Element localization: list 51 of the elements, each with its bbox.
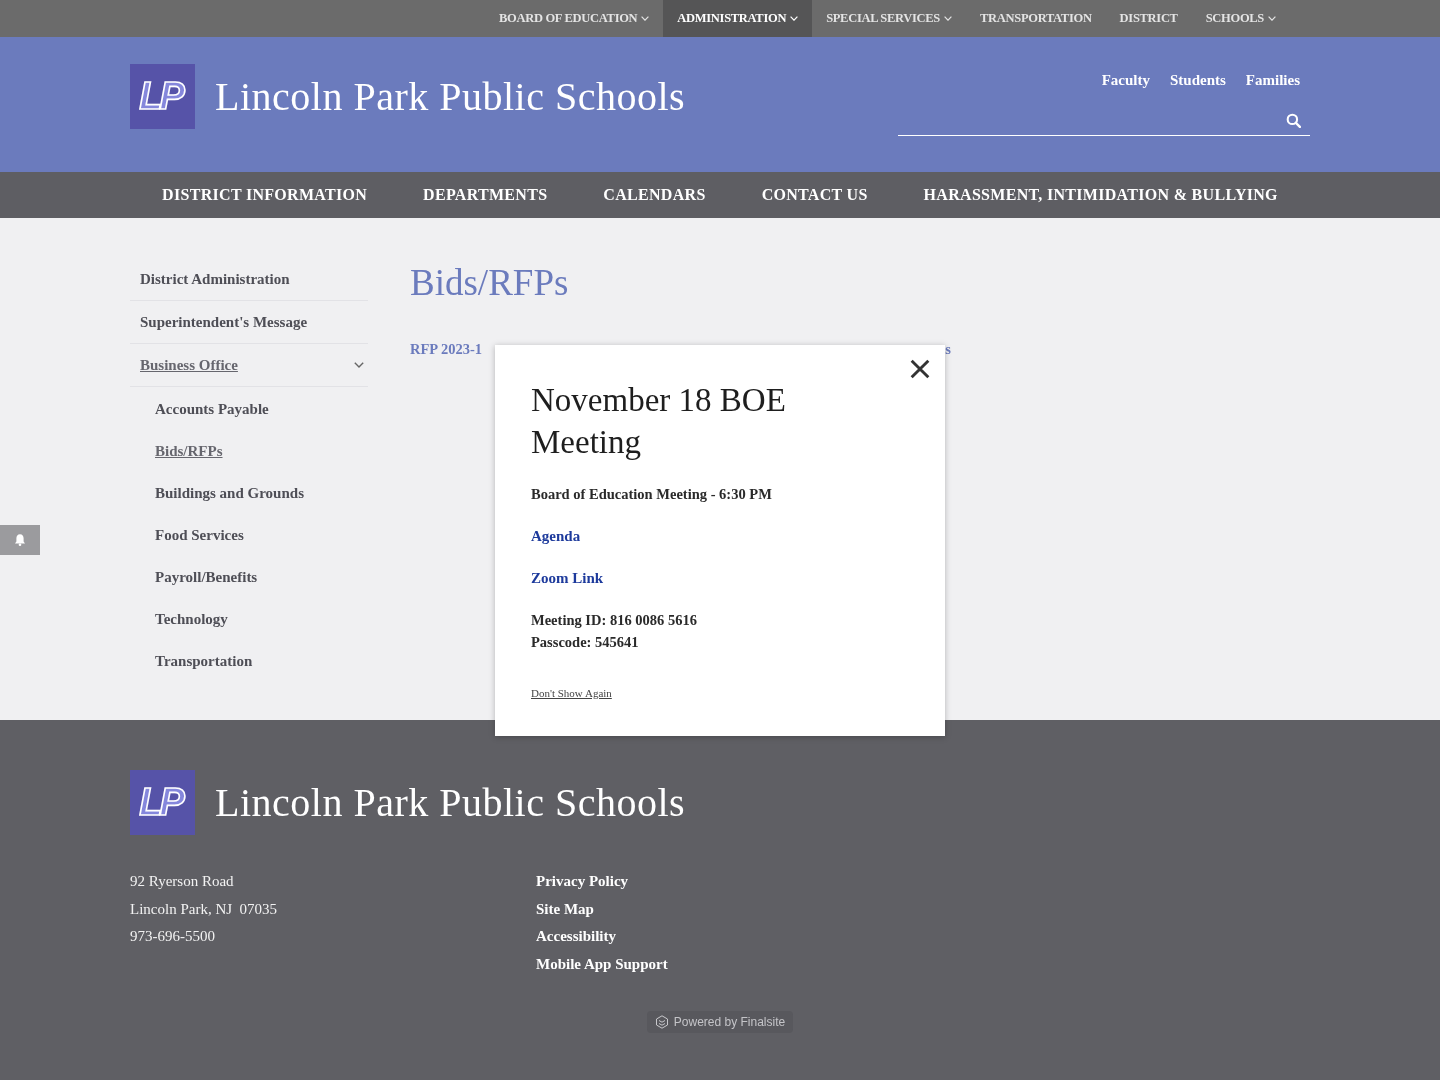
top-nav-link[interactable]: BOARD OF EDUCATION: [485, 0, 664, 37]
main-nav-link[interactable]: CALENDARS: [603, 186, 706, 204]
footer-link[interactable]: Accessibility: [536, 923, 616, 951]
footer-link[interactable]: Privacy Policy: [536, 868, 629, 896]
audience-link[interactable]: Faculty: [1101, 71, 1150, 89]
rfp-link[interactable]: s: [945, 340, 951, 358]
sidebar-sublink[interactable]: Food Services: [155, 526, 244, 544]
main-nav-link[interactable]: DEPARTMENTS: [423, 186, 548, 204]
meeting-detail: Meeting ID: 816 0086 5616: [531, 611, 697, 630]
site-title[interactable]: Lincoln Park Public Schools: [215, 73, 686, 120]
meeting-detail: Passcode: 545641: [531, 633, 639, 652]
main-nav-link[interactable]: DISTRICT INFORMATION: [162, 186, 368, 204]
sidebar-sublink[interactable]: Technology: [155, 610, 228, 628]
alerts-button[interactable]: [0, 525, 40, 555]
top-nav-link[interactable]: ADMINISTRATION: [663, 0, 813, 37]
main-nav-link[interactable]: HARASSMENT, INTIMIDATION & BULLYING: [923, 186, 1278, 204]
hexagon-icon: [654, 1015, 669, 1029]
top-nav-link[interactable]: TRANSPORTATION: [966, 0, 1106, 37]
sidebar-sublink[interactable]: Transportation: [155, 652, 253, 670]
popup-link[interactable]: Zoom Link: [531, 570, 604, 586]
close-icon: [910, 359, 930, 379]
top-nav-link[interactable]: SPECIAL SERVICES: [812, 0, 967, 37]
sidebar-sublink[interactable]: Buildings and Grounds: [155, 484, 304, 502]
sidebar-link[interactable]: Superintendent's Message: [140, 313, 308, 331]
footer-link[interactable]: Site Map: [536, 895, 594, 923]
top-nav-link[interactable]: SCHOOLS: [1191, 0, 1290, 37]
dont-show-again-link[interactable]: Don't Show Again: [531, 687, 612, 699]
sidebar-link[interactable]: Business Office: [140, 356, 238, 374]
page-title: Bids/RFPs: [410, 261, 569, 305]
search-icon[interactable]: [1286, 112, 1301, 128]
site-title[interactable]: Lincoln Park Public Schools: [215, 779, 686, 826]
sidebar-sublink[interactable]: Bids/RFPs: [155, 442, 223, 460]
audience-link[interactable]: Families: [1245, 71, 1300, 89]
address-line: 973-696-5500: [130, 927, 215, 946]
chevron-icon[interactable]: [354, 362, 364, 368]
audience-link[interactable]: Students: [1170, 71, 1226, 89]
rfp-link[interactable]: RFP 2023-1: [410, 340, 483, 358]
powered-by-badge[interactable]: Powered by Finalsite: [646, 1011, 794, 1033]
main-nav-link[interactable]: CONTACT US: [761, 186, 868, 204]
popup-link[interactable]: Agenda: [531, 528, 581, 544]
top-nav-link[interactable]: DISTRICT: [1105, 0, 1192, 37]
bell-icon: [13, 533, 27, 547]
footer-link[interactable]: Mobile App Support: [536, 950, 668, 978]
popup-subtitle: Board of Education Meeting - 6:30 PM: [531, 485, 772, 504]
close-button[interactable]: [910, 359, 930, 379]
popup-title: November 18 BOE Meeting: [531, 381, 787, 462]
sidebar-link[interactable]: District Administration: [140, 270, 290, 288]
sidebar-sublink[interactable]: Payroll/Benefits: [155, 568, 258, 586]
address-line: Lincoln Park, NJ 07035: [130, 899, 278, 919]
sidebar-sublink[interactable]: Accounts Payable: [155, 400, 269, 418]
address-line: 92 Ryerson Road: [130, 872, 234, 891]
